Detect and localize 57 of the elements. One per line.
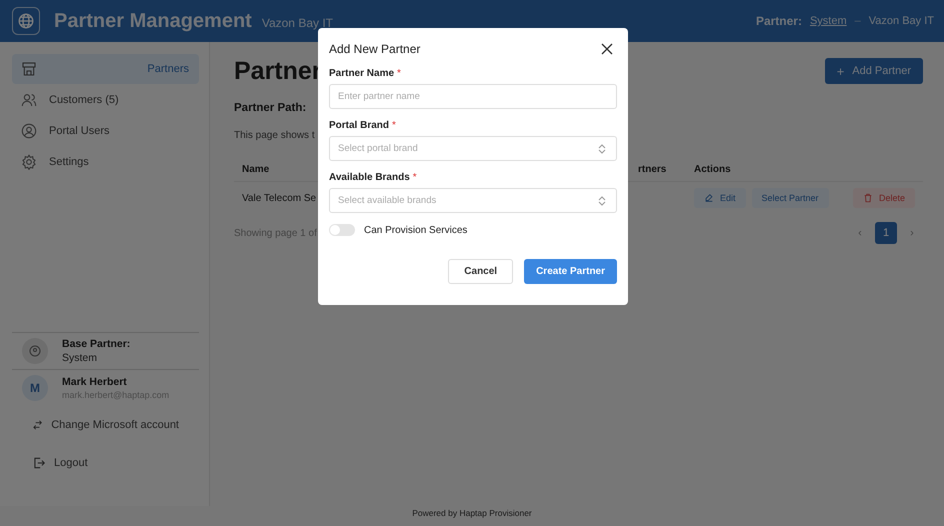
user-avatar: M xyxy=(22,375,48,401)
partner-link[interactable]: System xyxy=(810,15,847,27)
field-label: Portal Brand * xyxy=(329,120,397,131)
required-mark: * xyxy=(397,68,401,79)
column-header: Name xyxy=(241,164,270,174)
column-header: Actions xyxy=(694,164,732,174)
create-partner-button[interactable]: Create Partner xyxy=(524,259,617,284)
edit-button[interactable]: Edit xyxy=(694,188,746,208)
field-label: Partner Name * xyxy=(329,68,402,79)
current-partner: Vazon Bay IT xyxy=(868,15,934,27)
settings-icon xyxy=(21,154,37,170)
column-header: rtners xyxy=(638,164,668,174)
separator: – xyxy=(854,15,861,27)
sidebar-item[interactable]: Settings xyxy=(12,147,199,177)
sidebar-item[interactable]: Portal Users xyxy=(12,116,199,146)
globe-icon xyxy=(12,7,40,35)
field-label: Available Brands * xyxy=(329,172,418,183)
next-page-button[interactable]: › xyxy=(901,222,923,244)
partner-label: Partner: xyxy=(756,14,802,28)
sidebar-item[interactable]: Customers (5) xyxy=(12,85,199,115)
logout-link[interactable]: Logout xyxy=(12,444,199,482)
cancel-button[interactable]: Cancel xyxy=(448,259,514,284)
required-mark: * xyxy=(392,120,396,131)
chevron-icon xyxy=(598,144,606,154)
select-field[interactable]: Select available brands xyxy=(329,188,617,213)
change-account-link[interactable]: Change Microsoft account xyxy=(12,406,199,444)
app-title: Partner Management xyxy=(54,10,252,32)
sidebar-item[interactable]: Partners xyxy=(12,54,199,84)
partner-name-field[interactable]: Enter partner name xyxy=(329,84,617,109)
page-description: This page shows t xyxy=(234,130,316,141)
delete-button[interactable]: Delete xyxy=(852,188,915,208)
toggle-switch[interactable] xyxy=(329,224,355,236)
close-icon[interactable] xyxy=(601,43,613,55)
organization-name: Vazon Bay IT xyxy=(262,16,333,30)
previous-page-button[interactable]: ‹ xyxy=(849,222,871,244)
users-icon xyxy=(21,92,37,108)
base-partner-name: System xyxy=(62,352,98,364)
trash-icon xyxy=(862,193,873,203)
select-field[interactable]: Select portal brand xyxy=(329,136,617,161)
partner-path-label: Partner Path: xyxy=(234,102,308,114)
page-title: Partner xyxy=(234,56,322,86)
required-mark: * xyxy=(412,172,417,183)
user-name: Mark Herbert xyxy=(62,376,128,388)
dialog-title: Add New Partner xyxy=(329,42,420,56)
footer-text: Powered by Haptap Provisioner xyxy=(411,507,533,520)
add-partner-button[interactable]: + Add Partner xyxy=(824,58,923,84)
logout-icon xyxy=(32,456,46,470)
toggle-label: Can Provision Services xyxy=(364,224,468,236)
chevron-icon xyxy=(598,196,606,206)
page-button[interactable]: 1 xyxy=(875,222,897,244)
select-partner-button[interactable]: Select Partner xyxy=(752,188,829,208)
user-icon xyxy=(21,123,37,139)
store-icon xyxy=(21,61,37,77)
swap-icon xyxy=(32,418,44,432)
table-cell-text: Vale Telecom Se xyxy=(241,192,318,204)
edit-icon xyxy=(704,193,714,203)
base-partner-label: Base Partner: xyxy=(62,338,130,350)
